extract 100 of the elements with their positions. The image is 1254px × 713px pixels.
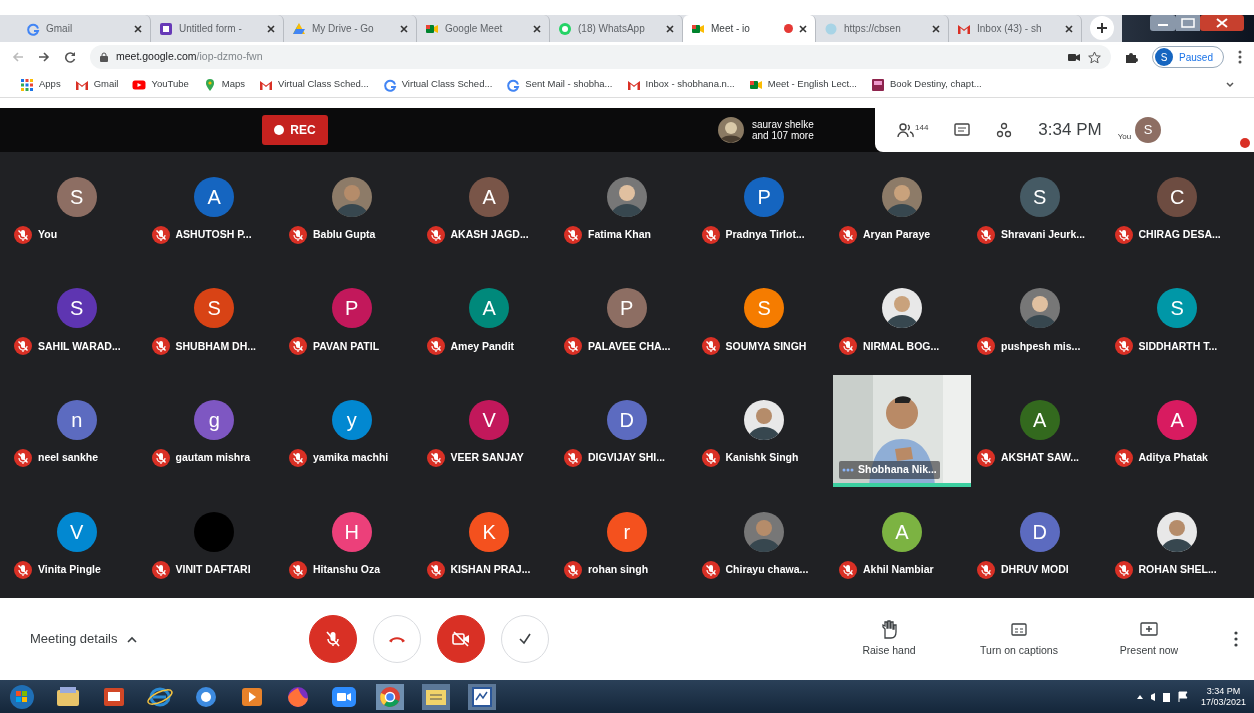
participant-name: Akhil Nambiar <box>863 561 934 577</box>
participant-avatar: P <box>331 288 372 329</box>
raise-hand-button[interactable]: Raise hand <box>834 619 944 659</box>
chat-bubble-icon <box>558 21 572 36</box>
participant-avatar: A <box>469 177 510 218</box>
participant-avatar: A <box>882 511 922 552</box>
participant-avatar: n <box>56 400 97 441</box>
taskbar-clock[interactable]: 3:34 PM 17/03/2021 <box>1200 685 1246 708</box>
recording-button[interactable]: REC <box>262 115 328 145</box>
participant-avatar: S <box>194 288 235 329</box>
puzzle-icon[interactable] <box>1125 50 1139 64</box>
file-folder-icon[interactable] <box>422 683 450 710</box>
participant-name: VEER SANJAY <box>450 450 524 466</box>
participant-name: VINIT DAFTARI <box>175 561 251 577</box>
close-icon[interactable] <box>799 23 807 34</box>
microphone-off-button[interactable] <box>309 615 358 663</box>
camera-off-button[interactable] <box>437 615 486 663</box>
bookmark[interactable]: Maps <box>202 77 246 92</box>
participant-name: neel sankhe <box>38 450 99 466</box>
close-icon[interactable] <box>666 23 674 34</box>
participant-name: You <box>38 227 58 243</box>
bookmark[interactable]: Gmail <box>74 77 119 92</box>
captions-button[interactable]: Turn on captions <box>964 619 1074 659</box>
bookmark[interactable]: Apps <box>20 77 61 92</box>
close-icon[interactable] <box>267 23 275 34</box>
presenter-more: and 107 more <box>752 130 814 142</box>
bookmark[interactable]: Virtual Class Sched... <box>382 77 493 92</box>
participant-name: Pradnya Tirlot... <box>725 227 805 243</box>
participant-name: ROHAN SHEL... <box>1138 561 1217 577</box>
participant-name: AKASH JAGD... <box>450 227 529 243</box>
more-options-icon[interactable] <box>1234 631 1238 647</box>
participant-name: Kanishk Singh <box>725 450 799 466</box>
participant-name: Shravani Jeurk... <box>1001 227 1086 243</box>
participant-avatar: S <box>56 177 97 218</box>
participant-name: Fatima Khan <box>588 227 651 243</box>
close-icon[interactable] <box>533 23 541 34</box>
apps-grid-icon <box>20 77 34 92</box>
participant-avatar: V <box>56 511 97 552</box>
address-bar[interactable]: meet.google.com/iop-dzmo-fwn <box>90 45 1112 69</box>
camera-off-icon <box>451 629 472 649</box>
close-icon[interactable] <box>1065 23 1073 34</box>
participant-avatar: P <box>744 177 785 218</box>
start-button[interactable] <box>8 683 36 710</box>
participant-avatar: S <box>56 288 97 329</box>
participant-name: SAHIL WARAD... <box>38 338 121 354</box>
triangle-icon <box>292 21 306 36</box>
bookmark[interactable]: Book Destiny, chapt... <box>871 77 982 92</box>
meeting-details-button[interactable]: Meeting details <box>30 629 138 649</box>
activities-icon[interactable] <box>996 122 1013 138</box>
participant-name: AKSHAT SAW... <box>1001 450 1079 466</box>
browser-tab[interactable]: Meet - io <box>683 15 816 42</box>
document-app-icon[interactable] <box>468 683 496 710</box>
participant-name: DHRUV MODI <box>1001 561 1069 577</box>
close-icon[interactable] <box>400 23 408 34</box>
participant-name: Hitanshu Oza <box>313 561 381 577</box>
participant-avatar: S <box>744 288 785 329</box>
participant-avatar: A <box>469 288 510 329</box>
plus-icon <box>1096 22 1108 34</box>
bookmark[interactable]: YouTube <box>132 77 189 92</box>
close-icon[interactable] <box>134 23 142 34</box>
close-icon[interactable] <box>932 23 940 34</box>
bookmark[interactable]: Virtual Class Sched... <box>259 77 369 92</box>
forward-icon[interactable] <box>38 51 50 63</box>
bookmark[interactable]: Sent Mail - shobha... <box>506 77 613 92</box>
new-tab-button[interactable] <box>1090 16 1114 40</box>
camera-icon[interactable] <box>1068 52 1081 62</box>
chat-icon[interactable] <box>954 122 971 138</box>
participant-avatar: D <box>1019 511 1060 552</box>
participant-avatar: A <box>194 177 235 218</box>
self-avatar[interactable]: S <box>1135 117 1162 143</box>
book-icon <box>871 77 885 92</box>
bookmark[interactable]: Meet - English Lect... <box>748 77 857 92</box>
people-button[interactable]: 144 <box>897 122 929 138</box>
audio-level-icon <box>842 466 854 473</box>
participant-avatar: g <box>194 400 235 441</box>
google-g-icon <box>26 21 40 36</box>
browser-icon[interactable] <box>376 683 404 710</box>
more-icon[interactable] <box>1238 50 1242 64</box>
participant-avatar: P <box>606 288 647 329</box>
chevron-icon[interactable] <box>1226 80 1234 89</box>
google-g-icon <box>382 77 397 92</box>
star-icon[interactable] <box>1088 50 1102 64</box>
participant-name: pushpesh mis... <box>1001 338 1081 354</box>
participant-name: PAVAN PATIL <box>313 338 380 354</box>
participant-avatar: r <box>606 511 647 552</box>
participant-name: PALAVEE CHA... <box>588 338 671 354</box>
participant-name: Amey Pandit <box>450 338 515 354</box>
profile-button[interactable]: S Paused <box>1152 46 1224 68</box>
bookmark[interactable]: Inbox - shobhana.n... <box>626 77 735 92</box>
participant-avatar: K <box>469 511 510 552</box>
reload-icon[interactable] <box>64 51 76 63</box>
participant-avatar: D <box>606 400 647 441</box>
check-button[interactable] <box>501 615 550 663</box>
participant-avatar: H <box>331 511 372 552</box>
present-now-button[interactable]: Present now <box>1094 619 1204 659</box>
participant-name: rohan singh <box>588 561 649 577</box>
hang-up-icon <box>389 635 406 643</box>
participant-name: SOUMYA SINGH <box>725 338 807 354</box>
participant-name: Aryan Paraye <box>863 227 931 243</box>
tray-icons-icon[interactable] <box>1134 690 1191 703</box>
